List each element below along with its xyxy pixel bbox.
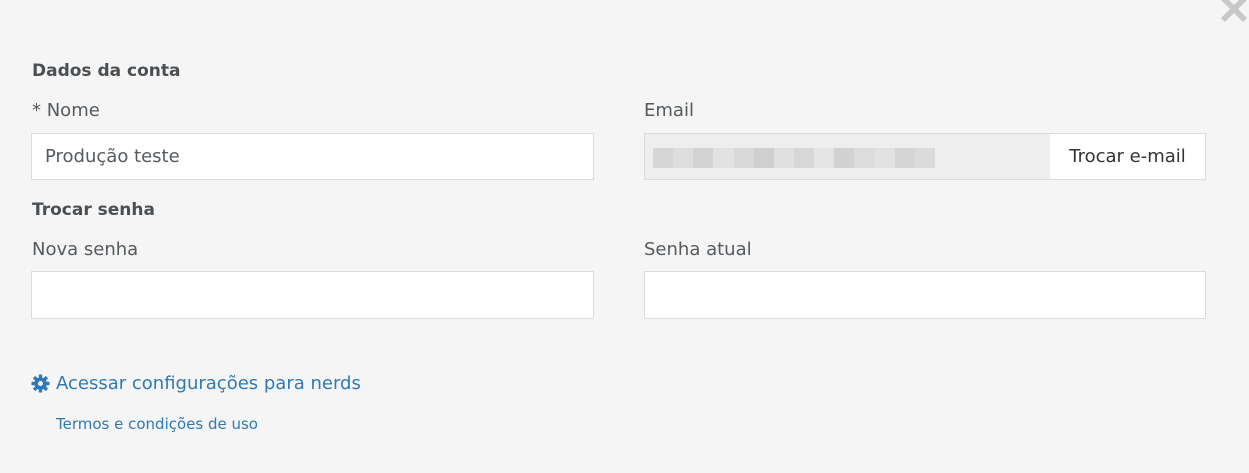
new-password-input[interactable] (31, 271, 594, 319)
email-value-redacted (645, 134, 1050, 179)
nerds-settings-label: Acessar configurações para nerds (56, 373, 361, 394)
name-input[interactable] (31, 133, 594, 180)
account-settings-modal: Dados da conta * Nome Email Trocar (0, 0, 1249, 473)
close-icon[interactable] (1219, 0, 1249, 22)
email-redaction-blur (653, 148, 935, 168)
change-email-button[interactable]: Trocar e-mail (1050, 134, 1205, 179)
email-field: Trocar e-mail (644, 133, 1206, 180)
name-label: * Nome (32, 100, 100, 121)
current-password-input[interactable] (644, 271, 1206, 319)
terms-link[interactable]: Termos e condições de uso (56, 415, 258, 433)
current-password-label: Senha atual (644, 239, 752, 260)
password-section-title: Trocar senha (32, 200, 155, 220)
nerds-settings-link[interactable]: Acessar configurações para nerds (31, 373, 361, 394)
gear-icon (31, 374, 50, 393)
new-password-label: Nova senha (32, 239, 139, 260)
account-section-title: Dados da conta (32, 61, 181, 81)
email-label: Email (644, 100, 694, 121)
